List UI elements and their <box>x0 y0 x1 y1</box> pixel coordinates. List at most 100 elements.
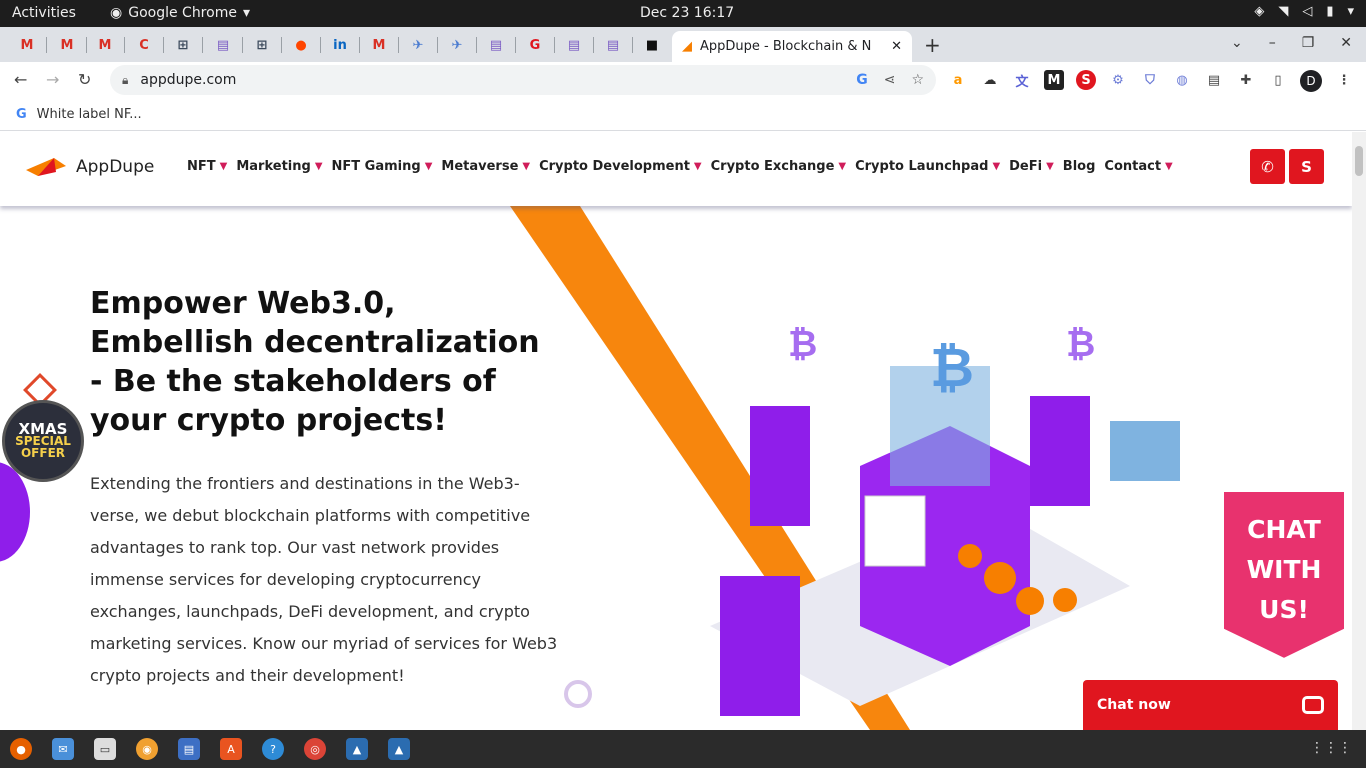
translate-extension-icon[interactable]: 文 <box>1012 70 1032 90</box>
bitcoin-icon: ₿ <box>1066 324 1095 365</box>
tab-separator <box>554 37 555 53</box>
hero-illustration: ₿ ₿ ₿ <box>510 206 1180 730</box>
shield-extension-icon[interactable]: ⛉ <box>1140 70 1160 90</box>
kebab-menu-icon[interactable]: ⋮ <box>1334 70 1354 90</box>
social-buttons: ✆ S <box>1250 149 1324 184</box>
bookmark-item[interactable]: White label NF... <box>37 107 142 122</box>
skype-button[interactable]: S <box>1289 149 1324 184</box>
gmail-tab-icon[interactable]: M <box>364 33 394 57</box>
nav-item-crypto-exchange[interactable]: Crypto Exchange ▼ <box>711 159 846 174</box>
coin-shape <box>1053 588 1077 612</box>
forms-tab-icon[interactable]: ▤ <box>208 33 238 57</box>
nav-item-crypto-launchpad[interactable]: Crypto Launchpad ▼ <box>855 159 1000 174</box>
reload-icon[interactable]: ↻ <box>78 70 91 89</box>
tab-separator <box>320 37 321 53</box>
g-tab-icon[interactable]: G <box>520 33 550 57</box>
chart-panel-shape <box>1110 421 1180 481</box>
profile-avatar[interactable]: D <box>1300 70 1322 92</box>
nav-item-metaverse[interactable]: Metaverse ▼ <box>441 159 530 174</box>
nav-item-defi[interactable]: DeFi ▼ <box>1009 159 1054 174</box>
app-icon[interactable]: ▲ <box>388 738 410 760</box>
gear-extension-icon[interactable]: ⚙ <box>1108 70 1128 90</box>
help-icon[interactable]: ? <box>262 738 284 760</box>
address-bar[interactable]: 🔒︎ appdupe.com G ⋖ ☆ <box>110 65 936 95</box>
grid-tab-icon[interactable]: ⊞ <box>168 33 198 57</box>
window-controls: ⌄ – ❐ ✕ <box>1231 35 1352 51</box>
grid-tab-icon[interactable]: ⊞ <box>247 33 277 57</box>
nav-item-nft[interactable]: NFT ▼ <box>187 159 227 174</box>
medium-tab-icon[interactable]: ■ <box>637 33 667 57</box>
gmail-tab-icon[interactable]: M <box>52 33 82 57</box>
hero-description: Extending the frontiers and destinations… <box>90 474 558 685</box>
mail-icon[interactable]: ✉ <box>52 738 74 760</box>
volume-icon: ◁ <box>1302 4 1313 19</box>
side-panel-icon[interactable]: ▯ <box>1268 70 1288 90</box>
clock[interactable]: Dec 23 16:17 <box>640 5 734 21</box>
active-tab[interactable]: ◢ AppDupe - Blockchain & N ✕ <box>672 31 912 62</box>
lock-icon[interactable]: 🔒︎ <box>122 73 128 88</box>
runner-tab-icon[interactable]: ✈ <box>403 33 433 57</box>
amazon-extension-icon[interactable]: a <box>948 70 968 90</box>
coin-shape <box>984 562 1016 594</box>
nav-label: Marketing <box>236 159 311 174</box>
forms-tab-icon[interactable]: ▤ <box>481 33 511 57</box>
tab-separator <box>46 37 47 53</box>
coin-shape <box>958 544 982 568</box>
maximize-icon[interactable]: ❐ <box>1302 35 1315 51</box>
show-apps-icon[interactable]: ⋮⋮⋮ <box>1310 740 1352 756</box>
c-tab-icon[interactable]: C <box>129 33 159 57</box>
minimize-icon[interactable]: – <box>1269 35 1276 51</box>
nav-item-marketing[interactable]: Marketing ▼ <box>236 159 322 174</box>
chat-with-us-badge[interactable]: CHAT WITH US! <box>1220 488 1348 663</box>
tab-separator <box>86 37 87 53</box>
reddit-tab-icon[interactable]: ● <box>286 33 316 57</box>
forms-tab-icon[interactable]: ▤ <box>559 33 589 57</box>
nav-item-crypto-development[interactable]: Crypto Development ▼ <box>539 159 702 174</box>
gmail-tab-icon[interactable]: M <box>90 33 120 57</box>
linkedin-tab-icon[interactable]: in <box>325 33 355 57</box>
close-window-icon[interactable]: ✕ <box>1340 35 1352 51</box>
s-extension-icon[interactable]: S <box>1076 70 1096 90</box>
page-scrollbar[interactable] <box>1352 132 1366 730</box>
activities-button[interactable]: Activities <box>12 5 76 21</box>
nav-label: Crypto Launchpad <box>855 159 989 174</box>
m-extension-icon[interactable]: M <box>1044 70 1064 90</box>
document-extension-icon[interactable]: ▤ <box>1204 70 1224 90</box>
whatsapp-button[interactable]: ✆ <box>1250 149 1285 184</box>
forms-tab-icon[interactable]: ▤ <box>598 33 628 57</box>
tab-search-icon[interactable]: ⌄ <box>1231 35 1243 51</box>
weather-extension-icon[interactable]: ☁ <box>980 70 1000 90</box>
scrollbar-thumb[interactable] <box>1355 146 1363 176</box>
share-icon[interactable]: ⋖ <box>884 72 896 88</box>
close-tab-icon[interactable]: ✕ <box>891 39 902 54</box>
site-logo[interactable]: AppDupe <box>26 156 154 178</box>
app-icon[interactable]: ▲ <box>346 738 368 760</box>
chevron-down-icon: ▼ <box>693 161 702 172</box>
bitcoin-icon: ₿ <box>930 336 974 399</box>
nav-item-nft-gaming[interactable]: NFT Gaming ▼ <box>332 159 433 174</box>
chrome-icon[interactable]: ◎ <box>304 738 326 760</box>
screenshot-icon[interactable]: ▭ <box>94 738 116 760</box>
music-icon[interactable]: ◉ <box>136 738 158 760</box>
back-icon[interactable]: ← <box>14 70 27 89</box>
bookmark-star-icon[interactable]: ☆ <box>911 72 924 88</box>
browser-toolbar: ← → ↻ 🔒︎ appdupe.com G ⋖ ☆ a ☁ 文 M S ⚙ ⛉… <box>0 62 1366 98</box>
writer-icon[interactable]: ▤ <box>178 738 200 760</box>
firefox-icon[interactable]: ● <box>10 738 32 760</box>
runner-tab-icon[interactable]: ✈ <box>442 33 472 57</box>
chat-now-widget[interactable]: Chat now <box>1083 680 1338 730</box>
globe-extension-icon[interactable]: ◍ <box>1172 70 1192 90</box>
site-header: AppDupe NFT ▼ Marketing ▼ NFT Gaming ▼ Meta… <box>0 132 1352 206</box>
forward-icon[interactable]: → <box>46 70 59 89</box>
xmas-offer-badge[interactable]: XMAS SPECIAL OFFER <box>2 400 84 482</box>
tab-strip: M M M C ⊞ ▤ ⊞ ● in M ✈ ✈ ▤ G ▤ ▤ ■ ◢ App… <box>0 27 1366 62</box>
google-translate-icon[interactable]: G <box>856 72 868 88</box>
puzzle-extensions-icon[interactable]: ✚ <box>1236 70 1256 90</box>
system-tray[interactable]: ◈ ◥ ◁ ▮ ▾ <box>1254 4 1354 19</box>
new-tab-button[interactable]: + <box>924 33 941 57</box>
nav-item-contact[interactable]: Contact ▼ <box>1104 159 1172 174</box>
gmail-tab-icon[interactable]: M <box>12 33 42 57</box>
app-menu[interactable]: ◉ Google Chrome ▾ <box>110 5 250 21</box>
nav-item-blog[interactable]: Blog <box>1063 159 1096 174</box>
software-icon[interactable]: A <box>220 738 242 760</box>
